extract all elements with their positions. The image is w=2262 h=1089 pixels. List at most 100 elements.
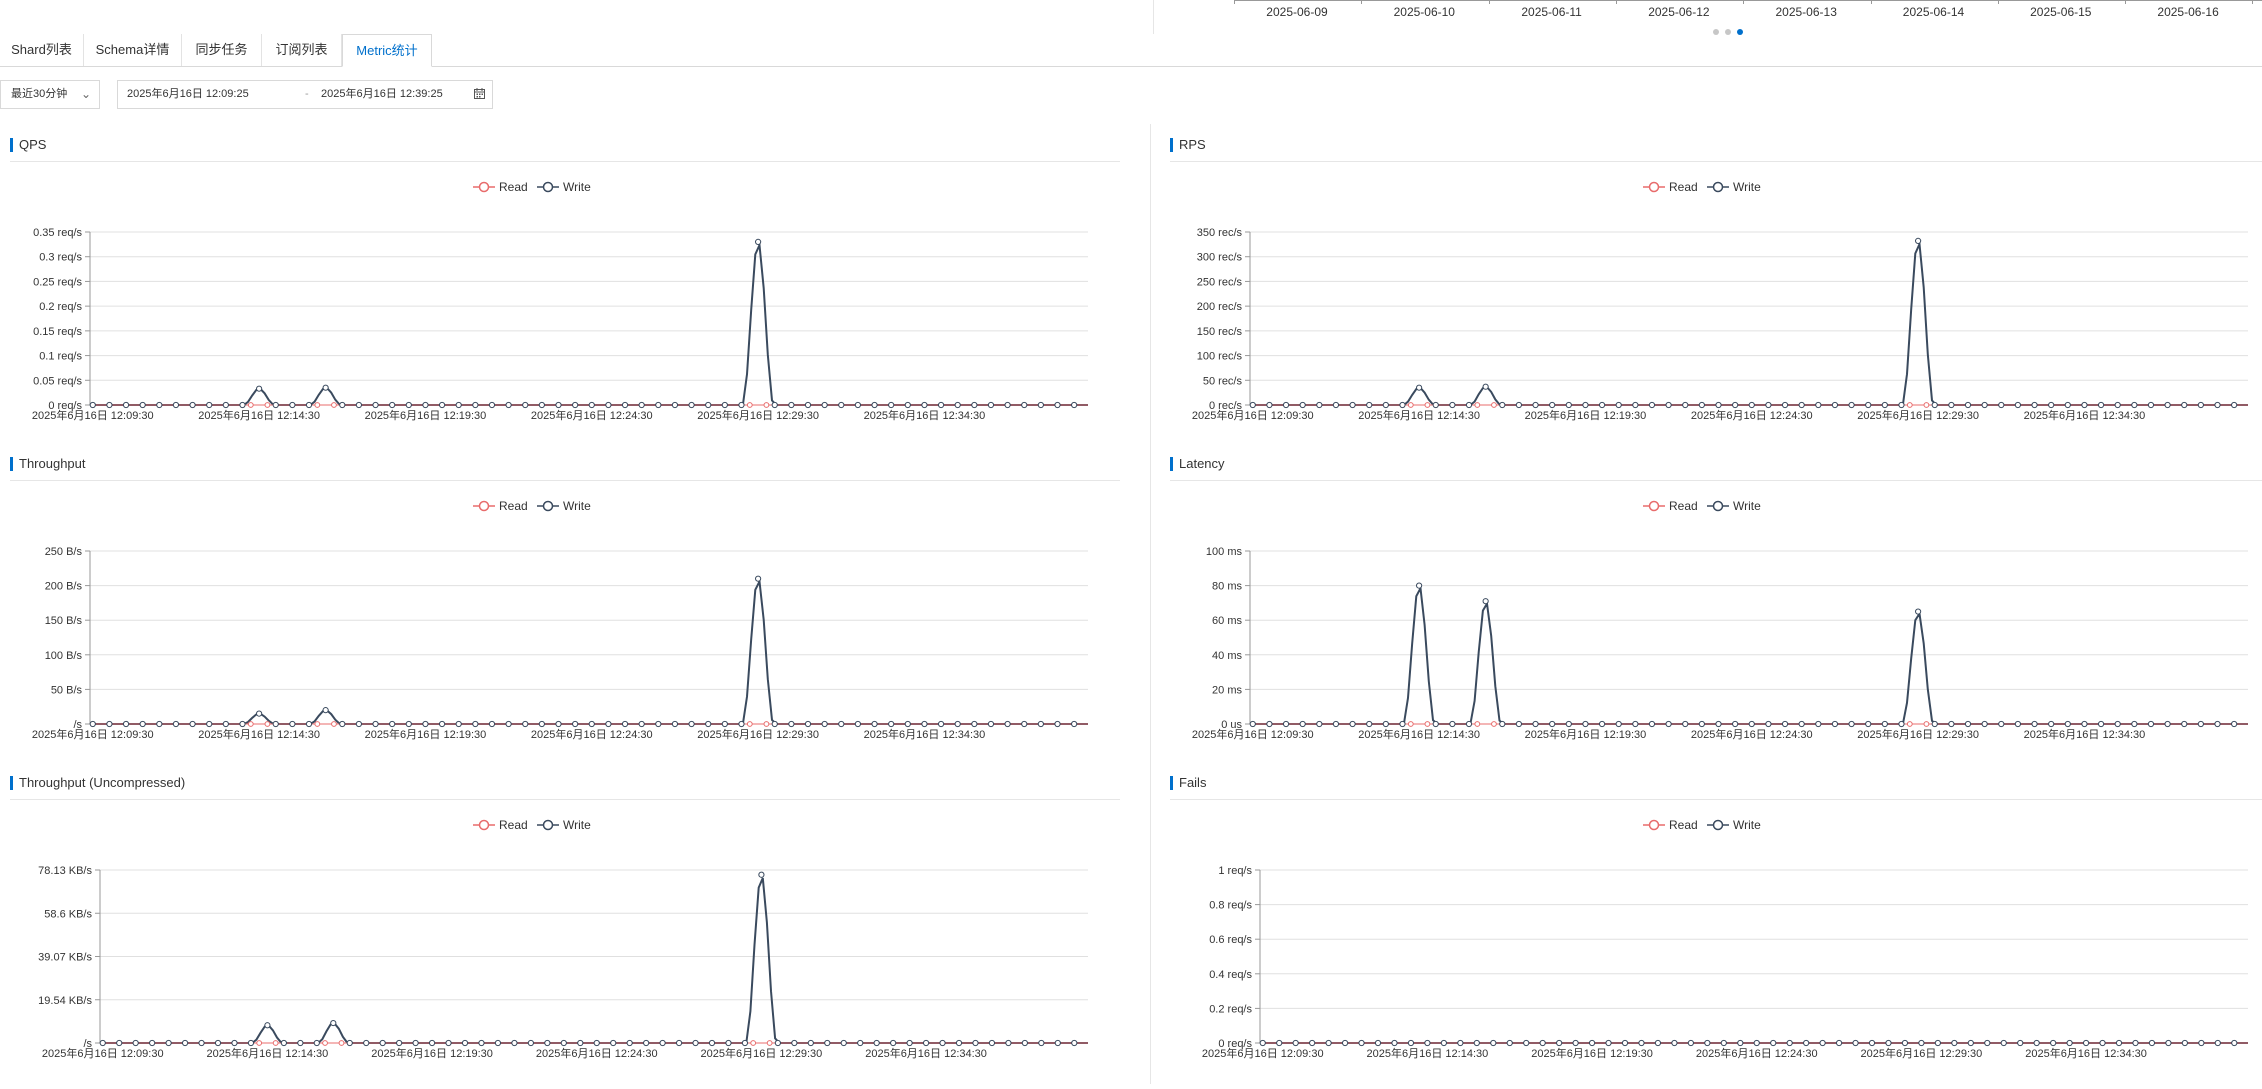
data-point-write[interactable]	[527, 1039, 534, 1047]
data-point-write[interactable]	[1482, 598, 1489, 605]
data-point-write[interactable]	[538, 401, 545, 409]
data-point-write[interactable]	[1964, 720, 1972, 728]
data-point-write[interactable]	[1898, 401, 1905, 409]
data-point-write[interactable]	[1259, 1039, 1266, 1047]
data-point-write[interactable]	[755, 575, 762, 582]
data-point-write[interactable]	[2000, 1039, 2007, 1047]
data-point-write[interactable]	[1654, 1039, 1662, 1047]
data-point-write[interactable]	[2231, 401, 2238, 409]
data-point-write[interactable]	[605, 401, 612, 409]
data-point-write[interactable]	[771, 720, 778, 728]
data-point-write[interactable]	[478, 1039, 485, 1047]
data-point-write[interactable]	[655, 401, 662, 409]
data-point-write[interactable]	[671, 401, 679, 409]
data-point-write[interactable]	[2197, 401, 2204, 409]
data-point-write[interactable]	[659, 1039, 666, 1047]
data-point-write[interactable]	[438, 401, 446, 409]
data-point-write[interactable]	[1358, 1039, 1365, 1047]
data-point-write[interactable]	[937, 401, 945, 409]
data-point-write[interactable]	[791, 1039, 798, 1047]
data-point-write[interactable]	[538, 720, 545, 728]
data-point-write[interactable]	[1698, 401, 1705, 409]
data-point-write[interactable]	[854, 401, 862, 409]
data-point-read[interactable]	[256, 1040, 263, 1046]
data-point-write[interactable]	[1399, 720, 1406, 728]
data-point-write[interactable]	[2131, 720, 2138, 728]
data-point-write[interactable]	[1605, 1039, 1612, 1047]
data-point-write[interactable]	[788, 720, 795, 728]
data-point-write[interactable]	[2048, 720, 2055, 728]
data-point-write[interactable]	[906, 1039, 913, 1047]
data-point-write[interactable]	[1848, 720, 1855, 728]
data-point-write[interactable]	[1765, 401, 1772, 409]
data-point-write[interactable]	[372, 401, 379, 409]
data-point-write[interactable]	[1532, 720, 1539, 728]
data-point-read[interactable]	[264, 402, 271, 408]
legend-label-read[interactable]: Read	[499, 180, 528, 194]
data-point-write[interactable]	[1621, 1039, 1629, 1047]
data-point-write[interactable]	[2081, 401, 2088, 409]
data-point-write[interactable]	[838, 401, 845, 409]
date-range-end[interactable]: 2025年6月16日 12:39:25	[321, 81, 443, 108]
data-point-write[interactable]	[807, 1039, 814, 1047]
data-point-write[interactable]	[89, 720, 96, 728]
data-point-write[interactable]	[1572, 1039, 1579, 1047]
data-point-write[interactable]	[488, 401, 496, 409]
data-point-write[interactable]	[2198, 1039, 2205, 1047]
data-point-write[interactable]	[2066, 1039, 2073, 1047]
tab-shard-list[interactable]: Shard列表	[0, 34, 84, 66]
data-point-write[interactable]	[445, 1039, 452, 1047]
data-point-write[interactable]	[1715, 401, 1722, 409]
data-point-write[interactable]	[1582, 401, 1589, 409]
data-point-write[interactable]	[1682, 720, 1689, 728]
data-point-write[interactable]	[2181, 401, 2188, 409]
data-point-write[interactable]	[2031, 720, 2038, 728]
data-point-write[interactable]	[705, 720, 712, 728]
data-point-read[interactable]	[746, 721, 753, 727]
data-point-write[interactable]	[1881, 401, 1888, 409]
data-point-write[interactable]	[1753, 1039, 1760, 1047]
data-point-write[interactable]	[621, 720, 629, 728]
data-point-write[interactable]	[840, 1039, 847, 1047]
data-point-write[interactable]	[428, 1039, 436, 1047]
series-line-write[interactable]	[1250, 240, 2248, 406]
data-point-write[interactable]	[758, 871, 765, 878]
data-point-write[interactable]	[904, 720, 911, 728]
data-point-write[interactable]	[1984, 1039, 1991, 1047]
data-point-write[interactable]	[389, 720, 396, 728]
data-point-write[interactable]	[1054, 720, 1061, 728]
data-point-write[interactable]	[1998, 720, 2005, 728]
data-point-write[interactable]	[2064, 720, 2071, 728]
data-point-write[interactable]	[1021, 1039, 1028, 1047]
data-point-write[interactable]	[1737, 1039, 1744, 1047]
data-point-write[interactable]	[231, 1039, 238, 1047]
data-point-read[interactable]	[272, 1040, 279, 1046]
data-point-write[interactable]	[804, 401, 812, 409]
data-point-write[interactable]	[1582, 720, 1589, 728]
data-point-write[interactable]	[379, 1039, 386, 1047]
data-point-write[interactable]	[2132, 1039, 2139, 1047]
data-point-write[interactable]	[396, 1039, 403, 1047]
data-point-write[interactable]	[2164, 720, 2171, 728]
data-point-write[interactable]	[1648, 401, 1656, 409]
data-point-write[interactable]	[2048, 401, 2055, 409]
data-point-write[interactable]	[2214, 401, 2221, 409]
data-point-write[interactable]	[572, 401, 579, 409]
data-point-write[interactable]	[2114, 401, 2121, 409]
data-point-write[interactable]	[692, 1039, 699, 1047]
data-point-write[interactable]	[1549, 401, 1556, 409]
data-point-write[interactable]	[1037, 401, 1044, 409]
data-point-write[interactable]	[1881, 720, 1888, 728]
data-point-write[interactable]	[1490, 1039, 1497, 1047]
data-point-write[interactable]	[1698, 720, 1705, 728]
data-point-write[interactable]	[1786, 1039, 1793, 1047]
data-point-write[interactable]	[2064, 401, 2071, 409]
data-point-write[interactable]	[1671, 1039, 1678, 1047]
data-point-write[interactable]	[222, 401, 229, 409]
data-point-write[interactable]	[738, 401, 745, 409]
data-point-write[interactable]	[725, 1039, 732, 1047]
tab-subscriptions[interactable]: 订阅列表	[262, 34, 342, 66]
data-point-write[interactable]	[2165, 1039, 2172, 1047]
data-point-write[interactable]	[1054, 1039, 1061, 1047]
data-point-write[interactable]	[2115, 1039, 2123, 1047]
